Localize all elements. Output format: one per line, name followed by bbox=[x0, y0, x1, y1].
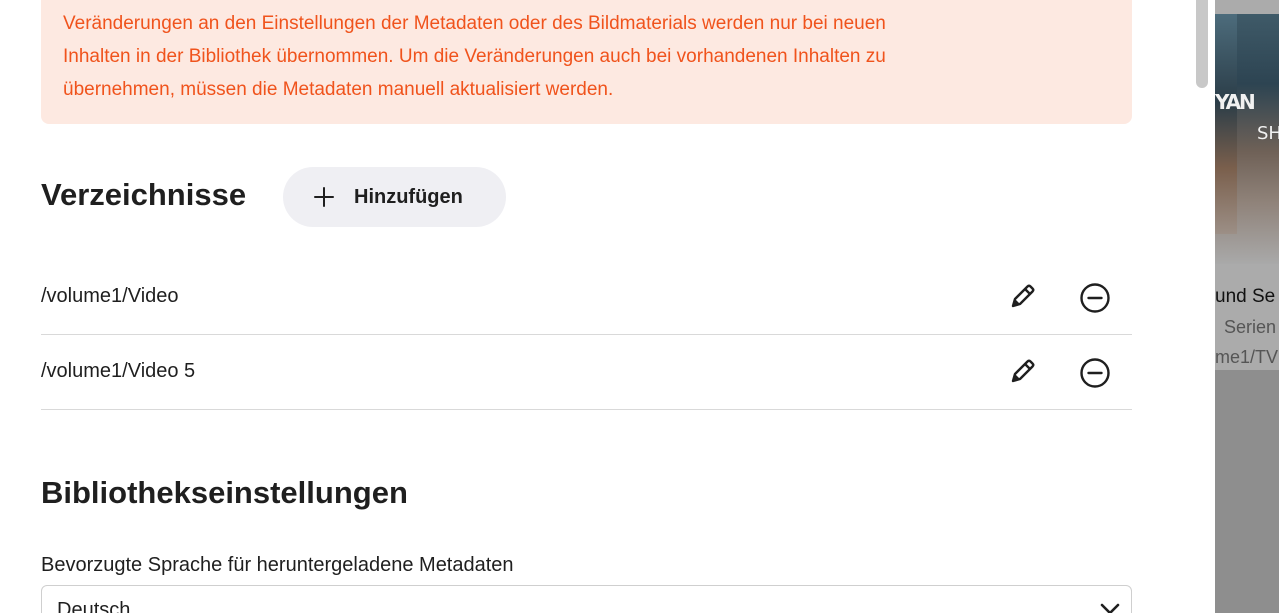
warning-line-2: Inhalten in der Bibliothek übernommen. U… bbox=[63, 46, 886, 67]
add-directory-label: Hinzufügen bbox=[354, 185, 463, 208]
background-card-type: Serien bbox=[1224, 317, 1277, 337]
scrollbar-thumb[interactable] bbox=[1196, 0, 1208, 88]
directory-row: /volume1/Video bbox=[41, 260, 1132, 335]
background-card-path: me1/TV bbox=[1215, 347, 1279, 367]
minus-circle-icon bbox=[1080, 283, 1110, 313]
background-library-view: YAN SH und Se Serien me1/TV bbox=[1215, 0, 1279, 613]
background-card-title: und Se bbox=[1215, 286, 1276, 307]
edit-directory-button[interactable] bbox=[1006, 356, 1038, 388]
pencil-icon bbox=[1011, 284, 1035, 308]
library-settings-dialog: Veränderungen an den Einstellungen der M… bbox=[0, 0, 1180, 613]
chevron-down-icon bbox=[1100, 603, 1120, 613]
directories-title: Verzeichnisse bbox=[41, 177, 247, 212]
library-settings-title: Bibliothekseinstellungen bbox=[41, 475, 408, 510]
directory-path: /volume1/Video bbox=[41, 285, 179, 307]
metadata-warning-banner: Veränderungen an den Einstellungen der M… bbox=[41, 0, 1132, 124]
poster-text-fragment: SH bbox=[1257, 123, 1279, 144]
dialog-scrollbar[interactable] bbox=[1180, 0, 1215, 613]
metadata-language-select[interactable]: Deutsch bbox=[41, 585, 1132, 613]
warning-line-1: Veränderungen an den Einstellungen der M… bbox=[63, 13, 886, 34]
add-directory-button[interactable]: Hinzufügen bbox=[283, 167, 506, 227]
language-field-label: Bevorzugte Sprache für heruntergeladene … bbox=[41, 554, 514, 576]
edit-directory-button[interactable] bbox=[1006, 281, 1038, 313]
directory-path: /volume1/Video 5 bbox=[41, 360, 196, 382]
page: Veränderungen an den Einstellungen der M… bbox=[0, 0, 1279, 613]
metadata-language-value: Deutsch bbox=[57, 599, 131, 613]
pencil-icon bbox=[1011, 359, 1035, 383]
background-poster-image-left bbox=[1215, 14, 1237, 234]
remove-directory-button[interactable] bbox=[1078, 281, 1112, 315]
minus-circle-icon bbox=[1080, 358, 1110, 388]
directory-row: /volume1/Video 5 bbox=[41, 335, 1132, 410]
poster-text-fragment: YAN bbox=[1215, 90, 1256, 114]
remove-directory-button[interactable] bbox=[1078, 356, 1112, 390]
warning-line-3: übernehmen, müssen die Metadaten manuell… bbox=[63, 79, 614, 100]
plus-icon bbox=[313, 186, 335, 208]
